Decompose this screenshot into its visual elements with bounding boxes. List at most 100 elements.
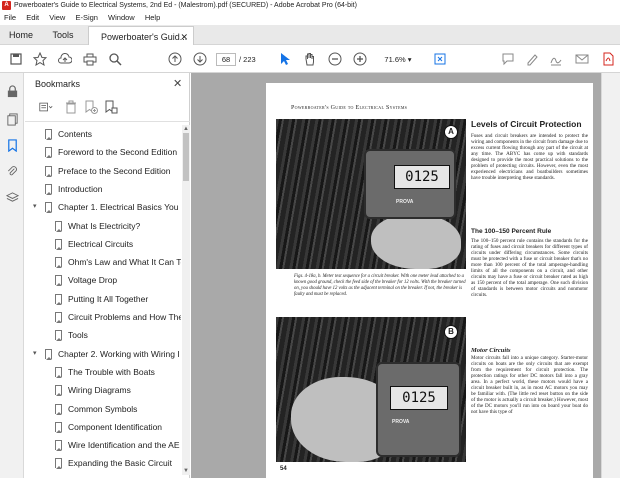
bookmark-item[interactable]: Preface to the Second Edition: [25, 162, 181, 180]
comment-icon[interactable]: [500, 51, 516, 67]
print-icon[interactable]: [82, 51, 98, 67]
bookmark-icon: [55, 293, 62, 305]
body-paragraph-1: Fuses and circuit breakers are intended …: [471, 133, 588, 182]
left-navigation-rail: [0, 73, 24, 478]
select-cursor-icon[interactable]: [277, 51, 293, 67]
sign-icon[interactable]: [548, 51, 564, 67]
bookmark-label: Putting It All Together: [68, 293, 149, 304]
bookmark-label: Chapter 1. Electrical Basics You N: [58, 202, 181, 213]
bookmark-item[interactable]: Wire Identification and the AE: [25, 436, 181, 454]
bookmark-item[interactable]: Introduction: [25, 180, 181, 198]
bookmark-item[interactable]: The Trouble with Boats: [25, 363, 181, 381]
hand-holding-meter: [371, 214, 461, 269]
bookmark-label: Tools: [68, 330, 88, 341]
bookmark-item[interactable]: Electrical Circuits: [25, 235, 181, 253]
bookmark-item[interactable]: Common Symbols: [25, 400, 181, 418]
previous-page-icon[interactable]: [167, 51, 183, 67]
figure-photo-a: 0125 PROVA A: [276, 119, 466, 269]
bookmark-icon: [55, 238, 62, 250]
bookmarks-panel-icon[interactable]: [4, 137, 20, 153]
bookmark-label: Expanding the Basic Circuit: [68, 458, 172, 469]
menu-help[interactable]: Help: [141, 11, 164, 25]
bookmark-icon: [55, 421, 62, 433]
tab-home[interactable]: Home: [0, 25, 42, 45]
bookmark-item[interactable]: Putting It All Together: [25, 290, 181, 308]
bookmark-options-icon[interactable]: [35, 99, 57, 115]
fit-page-icon[interactable]: [432, 51, 448, 67]
scroll-up-arrow-icon[interactable]: ▲: [182, 125, 190, 133]
scrollbar-thumb[interactable]: [183, 133, 189, 181]
multimeter-a: 0125 PROVA: [364, 149, 456, 219]
bookmark-item[interactable]: Wiring Diagrams: [25, 381, 181, 399]
new-bookmark-icon[interactable]: [83, 99, 99, 115]
page-number-input[interactable]: 68: [216, 53, 236, 66]
next-page-icon[interactable]: [192, 51, 208, 67]
layers-icon[interactable]: [4, 189, 20, 205]
zoom-level-select[interactable]: 71.6% ▾: [380, 53, 416, 66]
hand-tool-icon[interactable]: [302, 51, 318, 67]
document-viewer[interactable]: Powerboater's Guide to Electrical System…: [191, 73, 601, 478]
bookmark-label: The Trouble with Boats: [68, 366, 155, 377]
bookmark-item[interactable]: Circuit Problems and How The: [25, 308, 181, 326]
subsection-heading: The 100–150 Percent Rule: [471, 228, 552, 235]
save-icon[interactable]: [8, 51, 24, 67]
search-icon[interactable]: [107, 51, 123, 67]
bookmark-icon: [55, 458, 62, 470]
attachments-paperclip-icon[interactable]: [4, 163, 20, 179]
bookmark-label: Wire Identification and the AE: [68, 440, 180, 451]
menu-edit[interactable]: Edit: [22, 11, 43, 25]
bookmark-icon: [45, 202, 52, 214]
expand-bookmark-icon[interactable]: [103, 99, 119, 115]
menu-view[interactable]: View: [45, 11, 69, 25]
bookmark-item[interactable]: ▾ Chapter 1. Electrical Basics You N: [25, 198, 181, 216]
expand-chevron-icon[interactable]: ▾: [33, 345, 37, 363]
tab-tools[interactable]: Tools: [42, 25, 84, 45]
bookmark-item[interactable]: Ohm's Law and What It Can Te: [25, 253, 181, 271]
bookmark-label: What Is Electricity?: [68, 220, 141, 231]
expand-chevron-icon[interactable]: ▾: [33, 198, 37, 216]
bookmark-item[interactable]: Expanding the Basic Circuit: [25, 454, 181, 472]
bookmark-label: Preface to the Second Edition: [58, 165, 171, 176]
bookmark-item[interactable]: ▾ Chapter 2. Working with Wiring I: [25, 345, 181, 363]
menu-file[interactable]: File: [0, 11, 20, 25]
page-total: / 223: [239, 55, 256, 64]
bookmark-item[interactable]: Contents: [25, 125, 181, 143]
bookmark-icon: [55, 366, 62, 378]
subsection-heading-motor: Motor Circuits: [471, 347, 511, 354]
highlight-pen-icon[interactable]: [524, 51, 540, 67]
close-panel-icon[interactable]: ✕: [173, 77, 182, 90]
delete-bookmark-icon[interactable]: [63, 99, 79, 115]
window-title: Powerboater's Guide to Electrical System…: [14, 2, 357, 9]
bookmark-item[interactable]: Voltage Drop: [25, 271, 181, 289]
zoom-out-icon[interactable]: [327, 51, 343, 67]
bookmark-label: Voltage Drop: [68, 275, 118, 286]
body-paragraph-3: Motor circuits fall into a unique catego…: [471, 355, 588, 416]
bookmarks-panel: Bookmarks ✕ Contents Foreword to the Seco…: [25, 73, 190, 478]
bookmark-icon: [45, 165, 52, 177]
acrobat-logo-icon: A: [2, 1, 11, 10]
bookmark-item[interactable]: What Is Electricity?: [25, 217, 181, 235]
share-mail-icon[interactable]: [574, 51, 590, 67]
pdf-export-icon[interactable]: [600, 51, 616, 67]
tab-document[interactable]: Powerboater's Guid... ✕: [88, 26, 194, 46]
bookmark-label: Ohm's Law and What It Can Te: [68, 257, 181, 268]
bookmark-icon: [55, 257, 62, 269]
bookmarks-scrollbar[interactable]: ▲ ▼: [182, 125, 190, 475]
lock-icon[interactable]: [4, 83, 20, 99]
meter-display-b: 0125: [390, 386, 448, 410]
menu-bar: File Edit View E-Sign Window Help: [0, 11, 620, 25]
scroll-down-arrow-icon[interactable]: ▼: [182, 467, 190, 475]
page-thumbnails-icon[interactable]: [4, 111, 20, 127]
bookmark-item[interactable]: Component Identification: [25, 418, 181, 436]
bookmark-item[interactable]: Tools: [25, 326, 181, 344]
menu-esign[interactable]: E-Sign: [71, 11, 102, 25]
bookmark-item[interactable]: Foreword to the Second Edition: [25, 143, 181, 161]
bookmark-star-icon[interactable]: [32, 51, 48, 67]
figure-photo-b: 0125 PROVA B: [276, 317, 466, 462]
bookmark-label: Electrical Circuits: [68, 238, 134, 249]
menu-window[interactable]: Window: [104, 11, 139, 25]
zoom-in-icon[interactable]: [352, 51, 368, 67]
cloud-upload-icon[interactable]: [57, 51, 73, 67]
tab-bar: Home Tools Powerboater's Guid... ✕: [0, 25, 620, 46]
close-tab-icon[interactable]: ✕: [180, 27, 188, 46]
